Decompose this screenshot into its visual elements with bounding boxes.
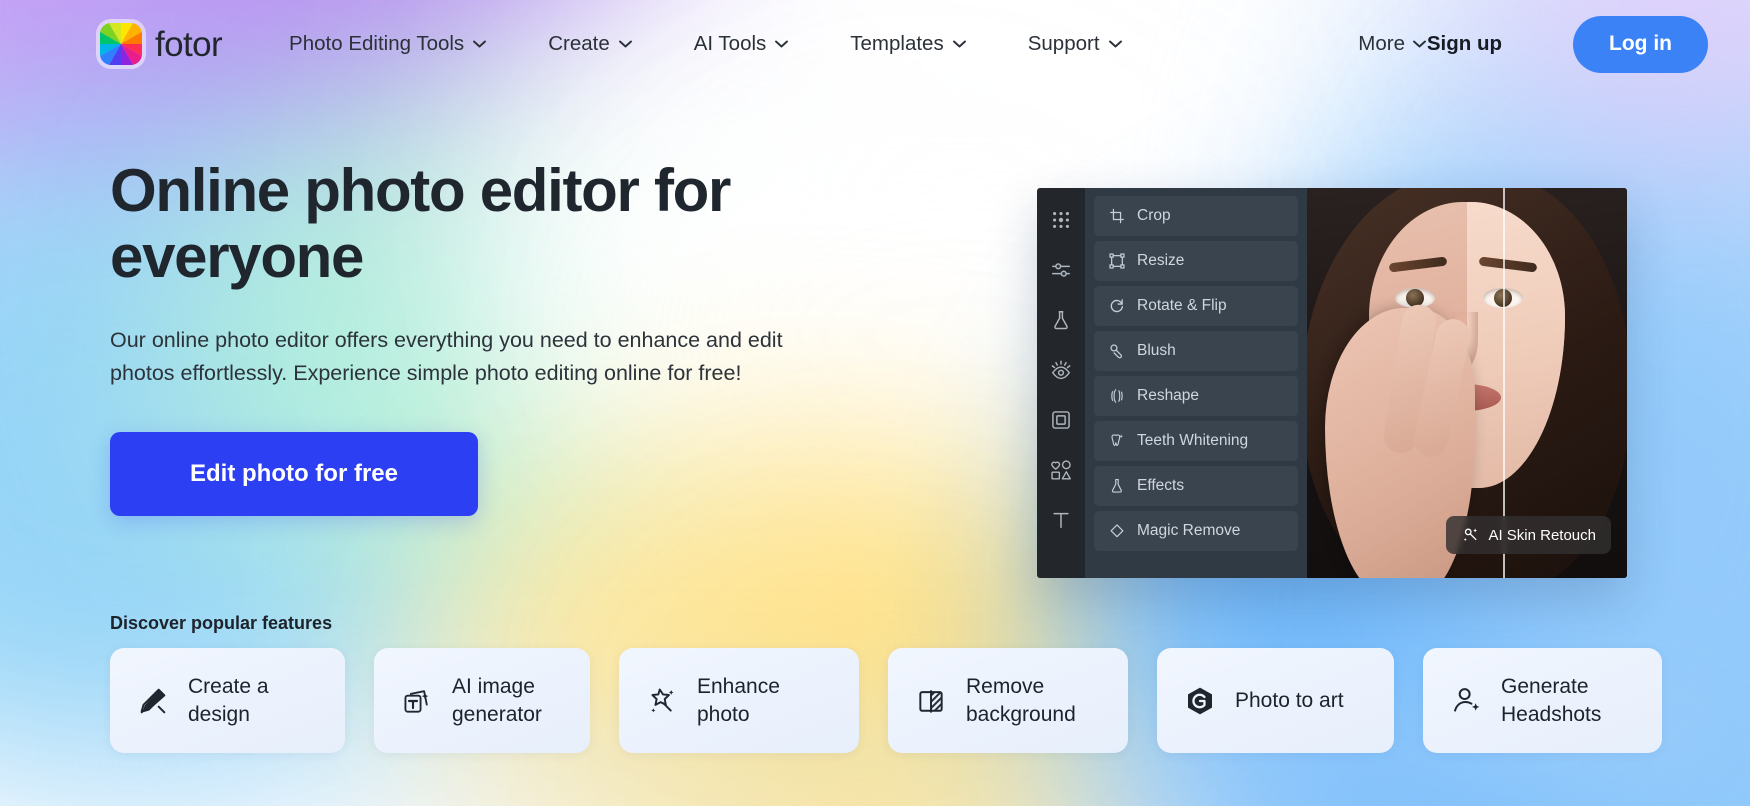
chevron-down-icon: [953, 40, 966, 48]
feature-card-create-a-design[interactable]: Create a design: [110, 648, 345, 753]
sliders-icon[interactable]: [1047, 256, 1075, 284]
nav-label: Create: [548, 32, 610, 56]
nav-label: Templates: [850, 32, 943, 56]
ai-skin-retouch-badge[interactable]: AI Skin Retouch: [1446, 516, 1611, 554]
tool-item-resize[interactable]: Resize: [1094, 241, 1298, 281]
chevron-down-icon: [1109, 40, 1122, 48]
feature-card-label: Generate Headshots: [1501, 673, 1636, 728]
crop-icon: [1108, 208, 1125, 225]
edit-photo-for-free-button[interactable]: Edit photo for free: [110, 432, 478, 516]
tool-label: Reshape: [1137, 387, 1199, 405]
grid-dots-icon[interactable]: [1047, 206, 1075, 234]
feature-card-label: AI image generator: [452, 673, 565, 728]
fotor-color-wheel-icon: [100, 23, 142, 65]
editor-tool-rail: [1037, 188, 1085, 578]
feature-card-ai-image-generator[interactable]: AI image generator: [374, 648, 590, 753]
tool-label: Blush: [1137, 342, 1176, 360]
split-square-icon: [913, 683, 949, 719]
text-t-icon[interactable]: [1047, 506, 1075, 534]
chevron-down-icon: [775, 40, 788, 48]
feature-card-label: Enhance photo: [697, 673, 832, 728]
eye-lashes-icon[interactable]: [1047, 356, 1075, 384]
discover-heading: Discover popular features: [110, 613, 332, 634]
nav-label: AI Tools: [694, 32, 767, 56]
feature-card-generate-headshots[interactable]: Generate Headshots: [1423, 648, 1662, 753]
magic-sparkle-icon: [644, 683, 680, 719]
feature-card-enhance-photo[interactable]: Enhance photo: [619, 648, 859, 753]
reshape-icon: [1108, 388, 1125, 405]
sign-up-link[interactable]: Sign up: [1427, 32, 1502, 56]
tool-label: Effects: [1137, 477, 1184, 495]
eraser-icon: [1108, 523, 1125, 540]
feature-card-label: Photo to art: [1235, 687, 1344, 714]
feature-card-remove-background[interactable]: Remove background: [888, 648, 1128, 753]
feature-card-photo-to-art[interactable]: Photo to art: [1157, 648, 1394, 753]
nav-label: Support: [1028, 32, 1100, 56]
tool-label: Teeth Whitening: [1137, 432, 1248, 450]
log-in-button[interactable]: Log in: [1573, 16, 1708, 73]
person-sparkle-icon: [1448, 683, 1484, 719]
tooth-sparkle-icon: [1108, 433, 1125, 450]
tool-label: Magic Remove: [1137, 522, 1240, 540]
tool-item-effects[interactable]: Effects: [1094, 466, 1298, 506]
tool-item-teeth-whitening[interactable]: Teeth Whitening: [1094, 421, 1298, 461]
tool-label: Resize: [1137, 252, 1184, 270]
feature-card-label: Create a design: [188, 673, 320, 728]
editor-tool-list: Crop Resize Rotate & Flip: [1085, 188, 1307, 578]
page-title: Online photo editor for everyone: [110, 158, 830, 290]
blush-icon: [1108, 343, 1125, 360]
resize-icon: [1108, 253, 1125, 270]
main-navigation: Photo Editing Tools Create AI Tools Temp…: [258, 32, 1152, 56]
nav-item-ai-tools[interactable]: AI Tools: [663, 32, 820, 56]
nav-more-label: More: [1358, 32, 1405, 56]
flask-icon[interactable]: [1047, 306, 1075, 334]
hero-subtitle: Our online photo editor offers everythin…: [110, 324, 820, 389]
feature-card-list: Create a design AI image generator Enhan…: [110, 648, 1662, 753]
tool-item-crop[interactable]: Crop: [1094, 196, 1298, 236]
tool-item-rotate-and-flip[interactable]: Rotate & Flip: [1094, 286, 1298, 326]
tool-item-reshape[interactable]: Reshape: [1094, 376, 1298, 416]
brand-logo[interactable]: fotor: [100, 23, 222, 65]
feature-card-label: Remove background: [966, 673, 1101, 728]
pencil-ruler-icon: [135, 683, 171, 719]
tool-label: Rotate & Flip: [1137, 297, 1227, 315]
badge-label: AI Skin Retouch: [1488, 527, 1596, 544]
nav-label: Photo Editing Tools: [289, 32, 464, 56]
tool-item-blush[interactable]: Blush: [1094, 331, 1298, 371]
site-header: fotor Photo Editing Tools Create AI Tool…: [0, 0, 1750, 88]
text-card-sparkle-icon: [399, 683, 435, 719]
chevron-down-icon: [619, 40, 632, 48]
nav-item-templates[interactable]: Templates: [819, 32, 996, 56]
magic-wand-sparkle-icon: [1461, 526, 1479, 544]
editor-preview-photo: AI Skin Retouch: [1307, 188, 1627, 578]
nav-item-photo-editing-tools[interactable]: Photo Editing Tools: [258, 32, 517, 56]
nav-item-support[interactable]: Support: [997, 32, 1153, 56]
brand-name: fotor: [155, 27, 222, 62]
nav-item-more[interactable]: More: [1358, 32, 1426, 56]
shapes-icon[interactable]: [1047, 456, 1075, 484]
hexagon-g-icon: [1182, 683, 1218, 719]
portrait-face-after: [1467, 202, 1565, 488]
nav-item-create[interactable]: Create: [517, 32, 663, 56]
hero-section: Online photo editor for everyone Our onl…: [110, 158, 830, 516]
flask-effects-icon: [1108, 478, 1125, 495]
chevron-down-icon: [473, 40, 486, 48]
chevron-down-icon: [1413, 40, 1426, 48]
rotate-icon: [1108, 298, 1125, 315]
editor-preview: Crop Resize Rotate & Flip: [1037, 188, 1627, 578]
frame-icon[interactable]: [1047, 406, 1075, 434]
tool-label: Crop: [1137, 207, 1171, 225]
tool-item-magic-remove[interactable]: Magic Remove: [1094, 511, 1298, 551]
